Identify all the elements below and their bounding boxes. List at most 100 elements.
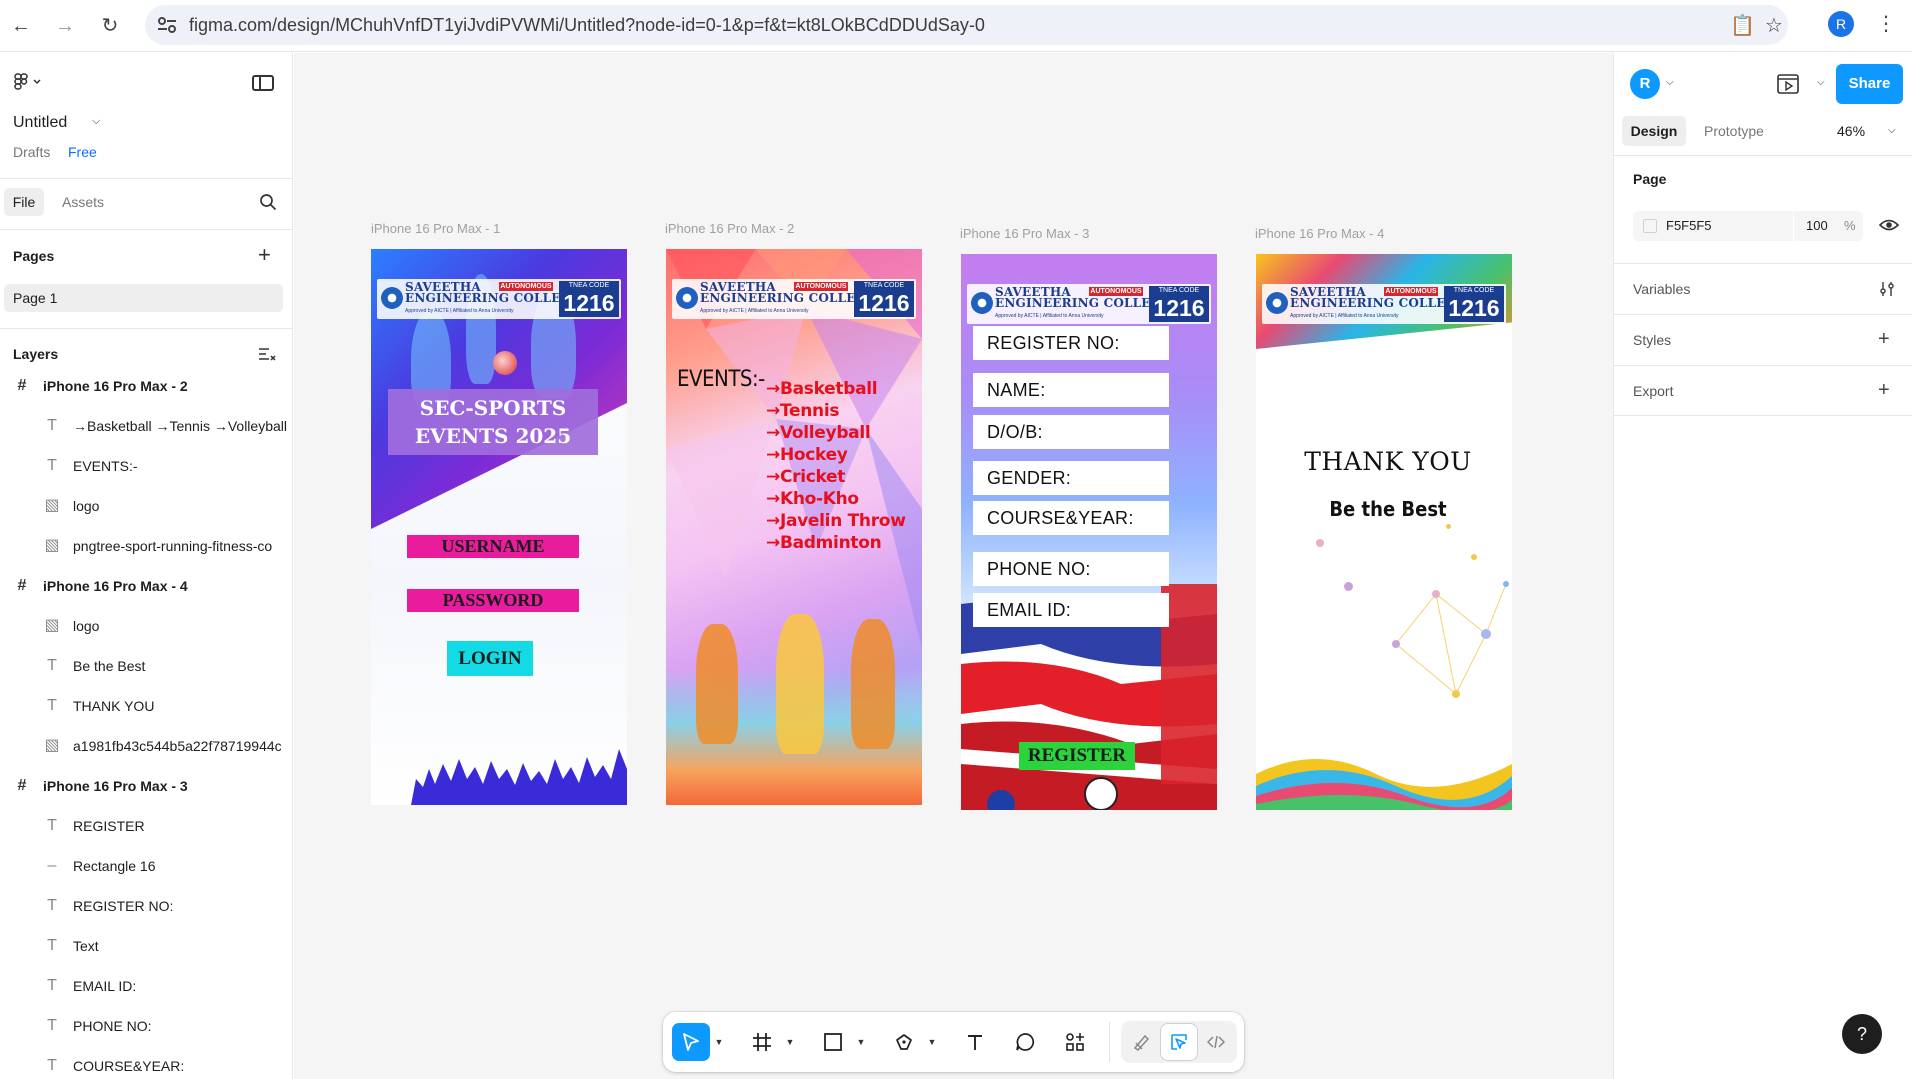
layer-row[interactable]: T PHONE NO:	[0, 1006, 292, 1046]
username-label[interactable]: USERNAME	[407, 535, 579, 558]
event-list-item[interactable]: →Hockey	[766, 445, 848, 465]
event-list-item[interactable]: →Badminton	[766, 533, 882, 553]
shape-tool-button[interactable]	[814, 1023, 852, 1061]
back-icon[interactable]: ←	[8, 13, 34, 39]
add-style-icon[interactable]: +	[1878, 329, 1890, 349]
address-bar[interactable]: figma.com/design/MChuhVnfDT1yiJvdiPVWMi/…	[145, 5, 1788, 45]
tab-design[interactable]: Design	[1622, 116, 1686, 146]
zoom-level[interactable]: 46%	[1837, 116, 1865, 146]
dev-mode-button[interactable]	[1198, 1024, 1234, 1060]
thank-you-text[interactable]: THANK YOU	[1256, 447, 1512, 476]
event-list-item[interactable]: →Kho-Kho	[766, 489, 859, 509]
event-list-item[interactable]: →Basketball	[766, 379, 878, 399]
form-field-label[interactable]: REGISTER NO:	[973, 326, 1169, 360]
event-list-item[interactable]: →Volleyball	[766, 423, 871, 443]
layer-row[interactable]: ▧ logo	[0, 606, 292, 646]
chevron-down-icon[interactable]: ⌵	[1666, 77, 1674, 88]
layer-row[interactable]: ▧ a1981fb43c544b5a22f78719944c	[0, 726, 292, 766]
variables-icon[interactable]	[1878, 280, 1896, 298]
layer-row[interactable]: ▧ pngtree-sport-running-fitness-co	[0, 526, 292, 566]
frame-iphone-3[interactable]: SAVEETHA ENGINEERING COLLEGE AUTONOMOUS A…	[961, 254, 1217, 810]
actions-tool-button[interactable]	[1056, 1023, 1094, 1061]
design-canvas[interactable]: iPhone 16 Pro Max - 1 iPhone 16 Pro Max …	[294, 53, 1613, 1079]
frame-label[interactable]: iPhone 16 Pro Max - 1	[371, 221, 500, 236]
events-heading[interactable]: EVENTS:-	[677, 367, 765, 392]
help-button[interactable]: ?	[1842, 1014, 1882, 1054]
frame-label[interactable]: iPhone 16 Pro Max - 3	[960, 226, 1089, 241]
add-page-icon[interactable]: +	[258, 244, 271, 266]
file-title[interactable]: Untitled	[13, 114, 67, 132]
share-button[interactable]: Share	[1836, 64, 1903, 104]
page-fill-field[interactable]: F5F5F5 100 %	[1633, 211, 1863, 241]
drafts-link[interactable]: Drafts	[13, 144, 50, 160]
design-mode-button[interactable]	[1161, 1024, 1197, 1060]
layer-row[interactable]: T Be the Best	[0, 646, 292, 686]
layer-frame-row[interactable]: # iPhone 16 Pro Max - 2	[0, 366, 292, 406]
pen-tool-button[interactable]	[885, 1023, 923, 1061]
login-button[interactable]: LOGIN	[447, 641, 533, 676]
layer-row[interactable]: T EVENTS:-	[0, 446, 292, 486]
event-list-item[interactable]: →Javelin Throw	[766, 511, 906, 531]
tab-file[interactable]: File	[4, 188, 44, 216]
tagline-text[interactable]: Be the Best	[1256, 497, 1512, 521]
frame-label[interactable]: iPhone 16 Pro Max - 4	[1255, 226, 1384, 241]
chevron-down-icon[interactable]: ▼	[784, 1036, 796, 1048]
search-icon[interactable]	[259, 193, 277, 211]
plan-badge[interactable]: Free	[68, 144, 97, 160]
layers-options-icon[interactable]	[258, 347, 276, 361]
export-section[interactable]: Export	[1633, 383, 1673, 399]
move-tool-button[interactable]	[672, 1023, 710, 1061]
add-export-icon[interactable]: +	[1878, 380, 1890, 400]
bookmark-star-icon[interactable]: ☆	[1763, 15, 1785, 37]
frame-iphone-2[interactable]: SAVEETHA ENGINEERING COLLEGE AUTONOMOUS A…	[666, 249, 922, 805]
toggle-sidebar-icon[interactable]	[252, 75, 274, 91]
chevron-down-icon[interactable]: ▼	[713, 1036, 725, 1048]
layer-row[interactable]: T REGISTER NO:	[0, 886, 292, 926]
user-avatar[interactable]: R	[1630, 69, 1660, 99]
browser-menu-icon[interactable]: ⋮	[1876, 11, 1896, 37]
form-field-label[interactable]: D/O/B:	[973, 415, 1169, 449]
form-field-label[interactable]: GENDER:	[973, 461, 1169, 495]
layer-frame-row[interactable]: # iPhone 16 Pro Max - 3	[0, 766, 292, 806]
form-field-label[interactable]: PHONE NO:	[973, 552, 1169, 586]
form-field-label[interactable]: EMAIL ID:	[973, 593, 1169, 627]
page-opacity-value[interactable]: 100	[1806, 211, 1828, 241]
frame-tool-button[interactable]	[743, 1023, 781, 1061]
layer-row[interactable]: T COURSE&YEAR:	[0, 1046, 292, 1079]
event-list-item[interactable]: →Cricket	[766, 467, 845, 487]
styles-section[interactable]: Styles	[1633, 332, 1671, 348]
layer-row[interactable]: T THANK YOU	[0, 686, 292, 726]
form-field-label[interactable]: NAME:	[973, 373, 1169, 407]
text-tool-button[interactable]	[956, 1023, 994, 1061]
site-settings-icon[interactable]	[157, 16, 177, 34]
tab-prototype[interactable]: Prototype	[1704, 116, 1764, 146]
chevron-down-icon[interactable]: ▼	[855, 1036, 867, 1048]
color-swatch[interactable]	[1643, 219, 1657, 233]
frame-iphone-4[interactable]: SAVEETHA ENGINEERING COLLEGE AUTONOMOUS A…	[1256, 254, 1512, 810]
chevron-down-icon[interactable]: ▼	[926, 1036, 938, 1048]
layer-frame-row[interactable]: # iPhone 16 Pro Max - 4	[0, 566, 292, 606]
reload-icon[interactable]: ↻	[97, 13, 123, 39]
forward-icon[interactable]: →	[52, 13, 78, 39]
eye-icon[interactable]	[1879, 218, 1899, 232]
layer-row[interactable]: T Text	[0, 926, 292, 966]
chevron-down-icon[interactable]: ⌵	[92, 115, 100, 128]
clipboard-icon[interactable]: 📋	[1730, 15, 1755, 37]
chevron-down-icon[interactable]: ⌵	[1888, 116, 1896, 146]
layer-row[interactable]: ‒ Rectangle 16	[0, 846, 292, 886]
figma-menu-icon[interactable]	[14, 73, 42, 96]
event-list-item[interactable]: →Tennis	[766, 401, 839, 421]
register-button[interactable]: REGISTER	[1019, 742, 1135, 770]
variables-section[interactable]: Variables	[1633, 281, 1690, 297]
chevron-down-icon[interactable]: ⌵	[1817, 77, 1825, 88]
present-icon[interactable]	[1777, 74, 1799, 94]
page-item-page-1[interactable]: Page 1	[4, 284, 283, 312]
frame-label[interactable]: iPhone 16 Pro Max - 2	[665, 221, 794, 236]
comment-tool-button[interactable]	[1006, 1023, 1044, 1061]
password-label[interactable]: PASSWORD	[407, 589, 579, 612]
page-color-hex[interactable]: F5F5F5	[1666, 211, 1712, 241]
layer-row[interactable]: ▧ logo	[0, 486, 292, 526]
form-field-label[interactable]: COURSE&YEAR:	[973, 501, 1169, 535]
layer-row[interactable]: T →Basketball →Tennis →Volleyball	[0, 406, 292, 446]
draw-mode-button[interactable]	[1124, 1024, 1160, 1060]
